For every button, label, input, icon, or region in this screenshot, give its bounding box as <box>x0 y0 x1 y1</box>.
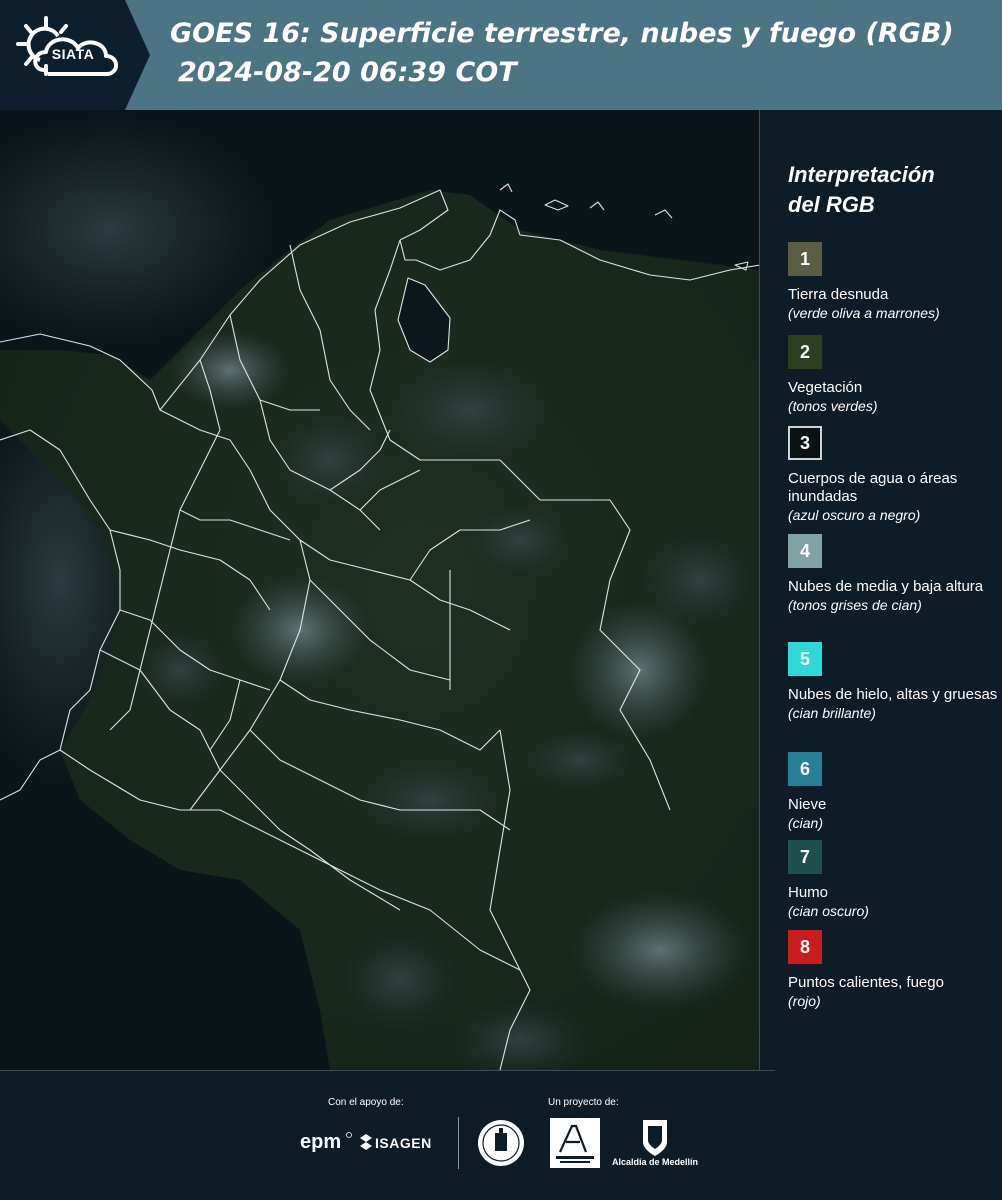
support-label: Con el apoyo de: <box>328 1097 404 1108</box>
alcaldia-label: Alcaldía de Medellín <box>612 1157 699 1167</box>
legend-item-3: 3 Cuerpos de agua o áreas inundadas (azu… <box>788 426 998 524</box>
legend-label: Vegetación <box>788 379 863 396</box>
legend-desc: (cian) <box>788 815 824 831</box>
legend-item-1: 1 Tierra desnuda (verde oliva a marrones… <box>788 242 998 322</box>
legend-item-8: 8 Puntos calientes, fuego (rojo) <box>788 930 998 1010</box>
legend-desc: (tonos verdes) <box>788 398 878 414</box>
epm-isagen-logos-icon: epm ISAGEN <box>300 1131 432 1153</box>
isagen-mark-icon <box>360 1134 372 1150</box>
legend-swatch: 1 <box>788 242 822 276</box>
legend-desc: (cian brillante) <box>788 705 876 721</box>
project-label: Un proyecto de: <box>548 1097 619 1108</box>
university-seal-icon <box>478 1120 524 1166</box>
legend-swatch: 5 <box>788 642 822 676</box>
legend-label: Cuerpos de agua o áreas inundadas <box>788 470 958 505</box>
footer-divider-line <box>0 1070 775 1071</box>
isagen-logo: ISAGEN <box>375 1135 432 1151</box>
footer-vertical-divider <box>458 1117 459 1169</box>
legend-label: Nieve <box>788 796 827 813</box>
legend-swatch: 2 <box>788 335 822 369</box>
legend-title-line1: Interpretación <box>788 162 935 187</box>
legend-label: Nubes de media y baja altura <box>788 578 984 595</box>
page-title: GOES 16: Superficie terrestre, nubes y f… <box>170 18 954 49</box>
legend-item-5: 5 Nubes de hielo, altas y gruesas (cian … <box>788 642 998 722</box>
legend-swatch: 6 <box>788 752 822 786</box>
legend-swatch: 7 <box>788 840 822 874</box>
colombia-map-icon <box>0 110 759 1070</box>
legend-title-line2: del RGB <box>788 192 875 217</box>
logo-panel: SIATA <box>0 0 150 110</box>
legend-item-6: 6 Nieve (cian) <box>788 752 998 832</box>
area-metropolitana-logo-icon <box>550 1118 600 1168</box>
legend-swatch: 3 <box>788 426 822 460</box>
logo-text: SIATA <box>51 46 95 62</box>
legend-swatch: 4 <box>788 534 822 568</box>
legend-item-7: 7 Humo (cian oscuro) <box>788 840 998 920</box>
legend-swatch: 8 <box>788 930 822 964</box>
legend-desc: (verde oliva a marrones) <box>788 305 940 321</box>
legend-desc: (azul oscuro a negro) <box>788 507 921 523</box>
image-datetime: 2024-08-20 06:39 COT <box>178 57 517 88</box>
alcaldia-shield-icon <box>643 1120 667 1156</box>
legend-label: Nubes de hielo, altas y gruesas <box>788 686 998 703</box>
legend-item-4: 4 Nubes de media y baja altura (tonos gr… <box>788 534 998 614</box>
header: SIATA GOES 16: Superficie terrestre, nub… <box>0 0 1002 110</box>
legend-desc: (tonos grises de cian) <box>788 597 922 613</box>
legend-desc: (cian oscuro) <box>788 903 869 919</box>
legend-label: Humo <box>788 884 829 901</box>
epm-logo: epm <box>300 1131 341 1153</box>
legend-label: Tierra desnuda <box>788 286 889 303</box>
footer: Con el apoyo de: Un proyecto de: epm ISA… <box>0 1070 1002 1200</box>
rgb-legend: Interpretación del RGB 1 Tierra desnuda … <box>788 160 998 1009</box>
legend-item-2: 2 Vegetación (tonos verdes) <box>788 335 998 415</box>
legend-desc: (rojo) <box>788 993 821 1009</box>
legend-label: Puntos calientes, fuego <box>788 974 944 991</box>
satellite-map <box>0 110 760 1070</box>
legend-title: Interpretación del RGB <box>788 160 998 220</box>
